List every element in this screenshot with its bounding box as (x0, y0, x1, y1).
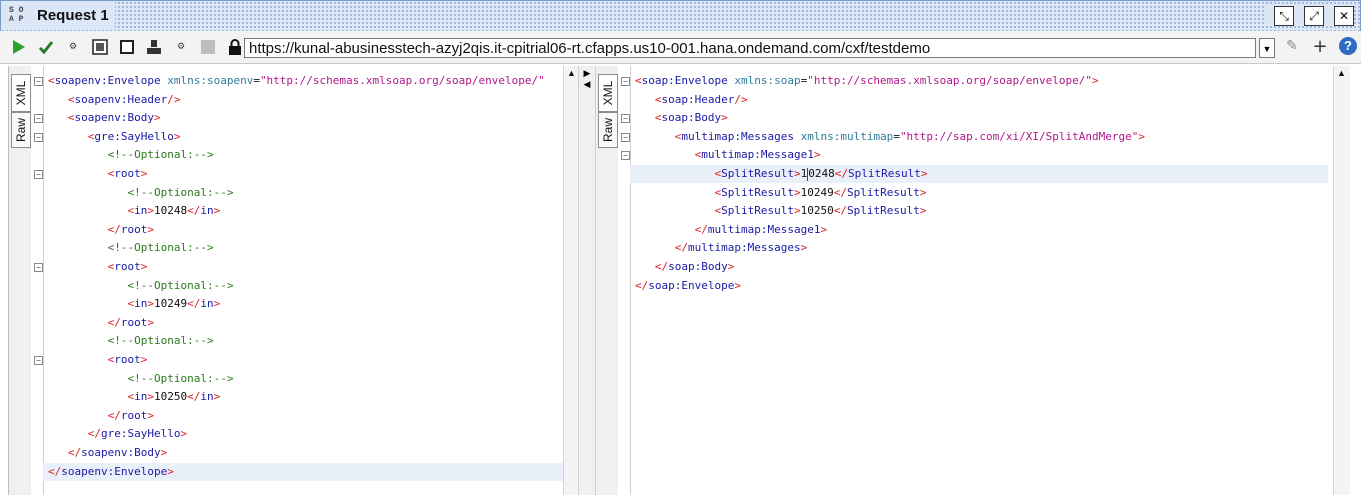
fold-toggle-icon[interactable]: − (34, 114, 43, 124)
close-icon[interactable]: ✕ (1334, 6, 1354, 26)
maximize-icon[interactable]: ⤢ (1304, 6, 1324, 26)
code-line: <multimap:Messages xmlns:multimap="http:… (674, 129, 1145, 143)
code-line: <soap:Envelope xmlns:soap="http://schema… (635, 74, 1099, 87)
code-line: <!--Optional:--> (127, 278, 234, 292)
fold-toggle-icon[interactable]: − (34, 263, 43, 272)
fold-toggle-icon[interactable]: − (621, 77, 630, 86)
code-line: <!--Optional:--> (127, 371, 234, 385)
title-bar: S OA P Request 1 ⤡ ⤢ ✕ (0, 0, 1361, 31)
code-line: <!--Optional:--> (127, 185, 234, 199)
toolbar-icons: ⚙ ⚙ (10, 38, 244, 56)
code-line: </multimap:Messages> (674, 241, 808, 255)
stop-icon[interactable] (118, 38, 136, 56)
code-line: </gre:SayHello> (87, 427, 188, 441)
code-line: </root> (107, 222, 154, 236)
add-icon[interactable]: + (1311, 36, 1329, 57)
code-line: <soapenv:Header/> (67, 92, 181, 106)
code-line: <root> (107, 353, 148, 366)
code-line: <!--Optional:--> (107, 241, 214, 255)
code-line: <in>10249</in> (127, 297, 221, 311)
code-line: <in>10248</in> (127, 204, 221, 218)
code-line: <in>10250</in> (127, 390, 221, 404)
submit-icon[interactable] (37, 38, 55, 56)
pane-splitter[interactable]: ▶ ◀ (578, 66, 596, 495)
fold-toggle-icon[interactable]: − (34, 77, 43, 86)
fold-toggle-icon[interactable]: − (34, 356, 43, 365)
toolbar-right: ✎ + ? (1283, 36, 1357, 57)
settings-icon[interactable]: ⚙ (172, 38, 190, 56)
response-editor[interactable]: <soap:Envelope xmlns:soap="http://schema… (630, 66, 1328, 495)
code-line: <soap:Header/> (654, 92, 748, 106)
code-line: </soap:Envelope> (635, 278, 741, 292)
title-area: S OA P Request 1 (1, 1, 115, 30)
code-line: <multimap:Message1> (694, 148, 821, 162)
response-scrollbar[interactable]: ▲ (1333, 66, 1350, 495)
code-line: <gre:SayHello> (87, 129, 181, 143)
code-line: <root> (107, 260, 148, 273)
code-line: <root> (107, 167, 148, 180)
code-line: </soap:Body> (654, 260, 735, 273)
tab-xml[interactable]: XML (11, 74, 31, 112)
tab-raw[interactable]: Raw (11, 112, 31, 148)
splitter-arrow-icon[interactable]: ◀ (579, 79, 595, 90)
endpoint-url-input[interactable]: https://kunal-abusinesstech-azyj2qis.it-… (244, 38, 1256, 58)
options-icon[interactable]: ⚙ (64, 38, 82, 56)
gray-square-icon[interactable] (199, 38, 217, 56)
request-editor[interactable]: <soapenv:Envelope xmlns:soapenv="http://… (43, 66, 563, 495)
response-side-tabs: XML Raw (596, 66, 619, 495)
window-icon[interactable] (91, 38, 109, 56)
scroll-up-icon[interactable]: ▲ (566, 68, 577, 78)
fold-toggle-icon[interactable]: − (621, 114, 630, 124)
code-line: <soapenv:Body> (67, 111, 161, 125)
code-line: </multimap:Message1> (694, 222, 828, 236)
code-line: </soapenv:Body> (67, 446, 168, 459)
request-pane: XML Raw − − − − − − <soapenv:Envelope xmlns:s… (8, 66, 580, 495)
code-line: <!--Optional:--> (107, 334, 214, 348)
code-line: <soapenv:Envelope xmlns:soapenv="http://… (48, 74, 545, 87)
toolbar: ⚙ ⚙ https://kunal-abusinesstech-azyj2qis… (0, 31, 1361, 64)
splitter-arrow-icon[interactable]: ▶ (579, 68, 595, 79)
fold-toggle-icon[interactable]: − (34, 170, 43, 179)
url-dropdown-icon[interactable]: ▼ (1259, 38, 1275, 58)
fold-toggle-icon[interactable]: − (621, 151, 630, 161)
code-line: <!--Optional:--> (107, 148, 214, 162)
user-icon[interactable] (145, 38, 163, 56)
code-line: </root> (107, 315, 154, 329)
code-line: </root> (107, 408, 154, 422)
minimize-icon[interactable]: ⤡ (1274, 6, 1294, 26)
fold-toggle-icon[interactable]: − (34, 132, 43, 142)
code-line: </soapenv:Envelope> (43, 462, 563, 481)
fold-toggle-icon[interactable]: − (621, 132, 630, 142)
soap-logo-icon: S OA P (9, 5, 24, 24)
code-line: <SplitResult>10248</SplitResult> (630, 165, 1328, 183)
code-line: <SplitResult>10250</SplitResult> (714, 204, 927, 218)
tab-raw[interactable]: Raw (598, 112, 618, 148)
code-line: <soap:Body> (654, 111, 728, 125)
scroll-up-icon[interactable]: ▲ (1336, 68, 1347, 78)
response-pane: XML Raw − − − − <soap:Envelope xmlns:soap="… (596, 66, 1361, 495)
help-icon[interactable]: ? (1339, 37, 1357, 55)
edit-icon[interactable]: ✎ (1283, 37, 1301, 55)
play-icon[interactable] (10, 38, 28, 56)
request-side-tabs: XML Raw (9, 66, 32, 495)
code-line: <SplitResult>10249</SplitResult> (714, 185, 927, 199)
lock-icon (226, 38, 244, 56)
tab-xml[interactable]: XML (598, 74, 618, 112)
window-title: Request 1 (37, 7, 109, 24)
window-buttons: ⤡ ⤢ ✕ (1266, 6, 1354, 26)
text-cursor (807, 167, 809, 181)
